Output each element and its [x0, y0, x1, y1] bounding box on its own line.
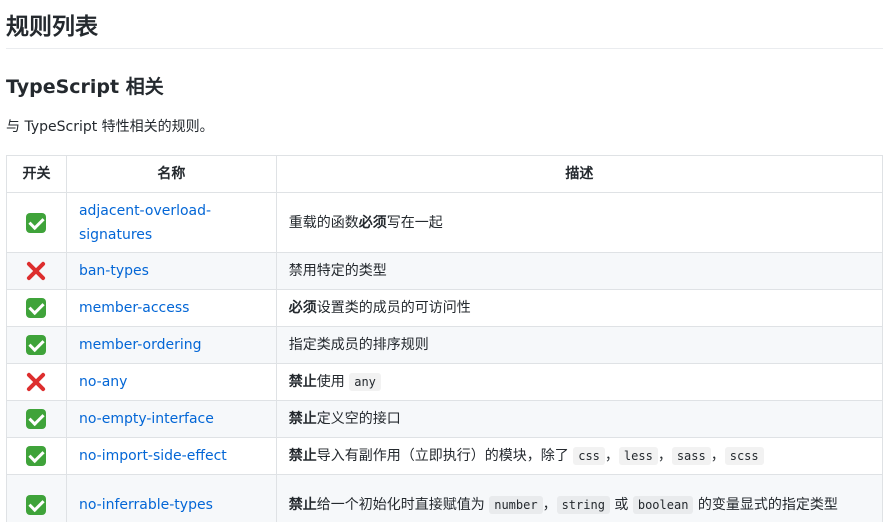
description-text: 给一个初始化时直接赋值为	[316, 496, 490, 513]
description-text: 定义空的接口	[316, 411, 401, 427]
check-mark-icon	[26, 335, 47, 355]
inline-code: string	[556, 495, 610, 514]
table-row: no-import-side-effect 禁止导入有副作用（立即执行）的模块，除…	[6, 437, 883, 475]
rule-description-cell: 禁止定义空的接口	[275, 400, 883, 438]
toggle-cell	[6, 192, 67, 253]
rule-description-cell: 禁止使用 any	[275, 363, 883, 401]
cross-mark-icon	[25, 371, 47, 393]
table-row: no-empty-interface 禁止定义空的接口	[6, 400, 883, 438]
rule-description-cell: 禁止导入有副作用（立即执行）的模块，除了 css， less， sass， scss	[275, 437, 883, 475]
toggle-cell	[6, 474, 67, 522]
header-name: 名称	[65, 155, 277, 193]
emphasis-text: 必须	[288, 300, 317, 316]
title-divider	[6, 48, 883, 49]
toggle-cell	[6, 326, 67, 364]
rule-link[interactable]: adjacent-overload-signatures	[79, 203, 211, 243]
emphasis-text: 禁止	[288, 374, 317, 390]
table-row: no-inferrable-types 禁止给一个初始化时直接赋值为 number…	[6, 474, 883, 522]
description-text: 使用	[316, 374, 350, 390]
description-text: ，	[604, 448, 619, 464]
table-row: no-any 禁止使用 any	[6, 363, 883, 401]
rule-name-cell: no-import-side-effect	[65, 437, 277, 475]
toggle-cell	[6, 400, 67, 438]
header-toggle: 开关	[6, 155, 67, 193]
toggle-cell	[6, 252, 67, 290]
description-text: ，	[542, 496, 557, 513]
description-text: 写在一起	[386, 214, 443, 231]
rule-link[interactable]: no-inferrable-types	[79, 497, 213, 513]
rule-name-cell: no-empty-interface	[65, 400, 277, 438]
rule-description-cell: 重载的函数必须写在一起	[275, 192, 883, 253]
page-title: 规则列表	[6, 14, 98, 40]
rules-table: 开关 名称 描述 adjacent-overload-signatures 重载的…	[6, 155, 883, 522]
table-row: adjacent-overload-signatures 重载的函数必须写在一起	[6, 192, 883, 253]
rule-description-cell: 禁用特定的类型	[275, 252, 883, 290]
rule-name-cell: no-inferrable-types	[65, 474, 277, 522]
description-text: 指定类成员的排序规则	[288, 337, 429, 353]
rule-description-cell: 指定类成员的排序规则	[275, 326, 883, 364]
emphasis-text: 禁止	[288, 496, 317, 513]
inline-code: less	[618, 447, 658, 465]
check-mark-icon	[26, 494, 47, 515]
rule-name-cell: member-ordering	[65, 326, 277, 364]
description-text: ，	[710, 448, 725, 464]
rule-link[interactable]: no-empty-interface	[79, 411, 214, 427]
rule-name-cell: member-access	[65, 289, 277, 327]
description-text: 或	[609, 496, 633, 513]
inline-code: number	[489, 495, 543, 514]
emphasis-text: 禁止	[288, 448, 317, 464]
description-text: 导入有副作用（立即执行）的模块，除了	[316, 448, 574, 464]
rule-name-cell: adjacent-overload-signatures	[65, 192, 277, 253]
toggle-cell	[6, 437, 67, 475]
rule-description-cell: 禁止给一个初始化时直接赋值为 number， string 或 boolean 的…	[275, 474, 883, 522]
table-row: member-access 必须设置类的成员的可访问性	[6, 289, 883, 327]
check-mark-icon	[26, 212, 47, 233]
table-row: member-ordering 指定类成员的排序规则	[6, 326, 883, 364]
description-text: 的变量显式的指定类型	[693, 496, 838, 513]
rule-link[interactable]: member-access	[79, 300, 189, 316]
description-text: ，	[657, 448, 672, 464]
check-mark-icon	[26, 409, 47, 429]
description-text: 禁用特定的类型	[288, 263, 387, 279]
section-title: TypeScript 相关	[6, 76, 164, 98]
inline-code: sass	[671, 447, 711, 465]
rule-link[interactable]: ban-types	[79, 263, 149, 279]
toggle-cell	[6, 289, 67, 327]
rule-link[interactable]: no-import-side-effect	[79, 448, 227, 464]
check-mark-icon	[26, 298, 47, 318]
header-description: 描述	[275, 155, 883, 193]
rule-description-cell: 必须设置类的成员的可访问性	[275, 289, 883, 327]
emphasis-text: 禁止	[288, 411, 317, 427]
inline-code: css	[573, 447, 605, 465]
rule-link[interactable]: no-any	[79, 374, 128, 390]
description-text: 设置类的成员的可访问性	[316, 300, 471, 316]
rule-link[interactable]: member-ordering	[79, 337, 202, 353]
toggle-cell	[6, 363, 67, 401]
check-mark-icon	[26, 446, 47, 466]
rules-table-body: adjacent-overload-signatures 重载的函数必须写在一起 b…	[6, 192, 883, 522]
rule-name-cell: ban-types	[65, 252, 277, 290]
rule-name-cell: no-any	[65, 363, 277, 401]
section-intro: 与 TypeScript 特性相关的规则。	[6, 119, 214, 135]
inline-code: boolean	[632, 495, 694, 514]
table-header-row: 开关 名称 描述	[6, 155, 883, 193]
inline-code: any	[349, 373, 381, 391]
description-text: 重载的函数	[288, 214, 359, 231]
cross-mark-icon	[25, 260, 47, 282]
table-row: ban-types 禁用特定的类型	[6, 252, 883, 290]
inline-code: scss	[724, 447, 764, 465]
emphasis-text: 必须	[358, 214, 387, 231]
